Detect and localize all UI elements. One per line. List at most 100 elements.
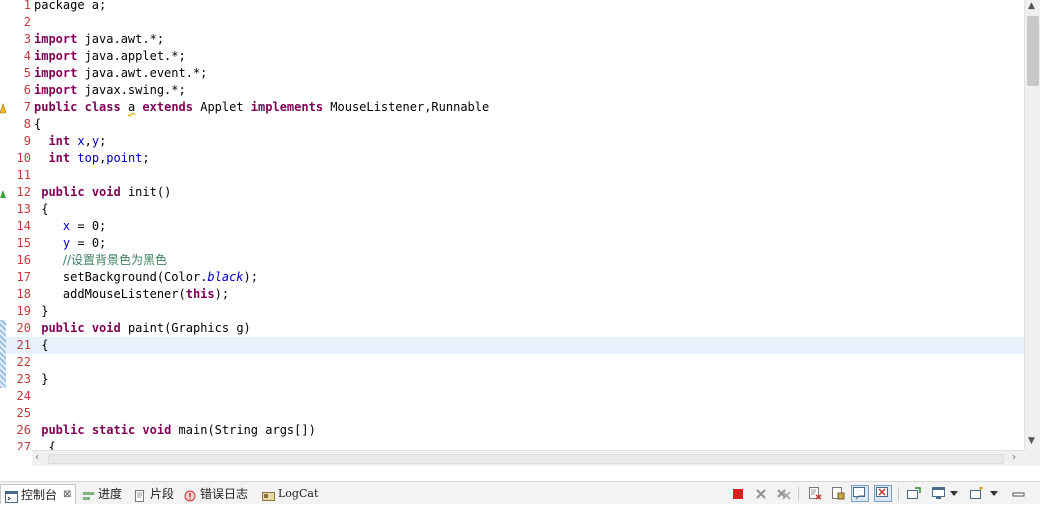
vertical-scroll-thumb[interactable] — [1027, 16, 1039, 86]
code-editor[interactable]: 1 package a; 2 3 import java.awt.*; 4 import j… — [0, 0, 1040, 450]
code-line[interactable]: 9 int x,y; — [0, 133, 1024, 150]
display-console-icon[interactable] — [930, 485, 948, 502]
code-line[interactable]: 26 public static void main(String args[]… — [0, 422, 1024, 439]
scrollbar-corner — [1024, 450, 1040, 466]
line-number: 10 — [16, 151, 31, 165]
scroll-down-icon[interactable]: ▼ — [1028, 436, 1035, 446]
scroll-right-icon[interactable]: › — [1012, 452, 1016, 463]
code-line[interactable]: 8{ — [0, 116, 1024, 133]
code-text[interactable]: { — [34, 201, 48, 218]
line-number: 8 — [23, 117, 31, 131]
line-number: 7 — [23, 100, 31, 114]
tab-logcat[interactable]: LogCat — [262, 484, 318, 504]
code-line[interactable]: 2 — [0, 14, 1024, 31]
code-line[interactable]: 21 { — [0, 337, 1024, 354]
clear-console-icon[interactable] — [806, 485, 824, 502]
tab-snippets[interactable]: 片段 — [134, 484, 174, 504]
scroll-lock-icon[interactable] — [829, 485, 847, 502]
line-number: 18 — [16, 287, 31, 301]
snippets-icon — [134, 488, 147, 502]
code-line[interactable]: 3 import java.awt.*; — [0, 31, 1024, 48]
code-line[interactable]: 11 — [0, 167, 1024, 184]
code-text[interactable]: { — [34, 439, 55, 450]
code-line[interactable]: 16 //设置背景色为黑色 — [0, 252, 1024, 269]
toolbar-separator — [898, 487, 899, 501]
code-text[interactable]: import java.awt.*; — [34, 31, 164, 48]
code-line[interactable]: 14 x = 0; — [0, 218, 1024, 235]
code-line[interactable]: 10 int top,point; — [0, 150, 1024, 167]
error-log-icon — [184, 488, 197, 502]
tab-console[interactable]: 控制台 ⊠ — [0, 484, 77, 505]
remove-all-icon[interactable] — [775, 485, 793, 502]
scroll-up-icon[interactable]: ▲ — [1028, 1, 1035, 11]
logcat-icon — [262, 488, 275, 501]
panel-separator — [0, 466, 1040, 482]
line-number: 27 — [16, 440, 31, 450]
code-line[interactable]: 24 — [0, 388, 1024, 405]
code-line[interactable]: 4 import java.applet.*; — [0, 48, 1024, 65]
code-line[interactable]: 23 } — [0, 371, 1024, 388]
open-console-icon[interactable] — [968, 485, 986, 502]
code-text[interactable]: addMouseListener(this); — [34, 286, 229, 303]
code-line[interactable]: 6 import javax.swing.*; — [0, 82, 1024, 99]
remove-launch-icon[interactable] — [752, 485, 770, 502]
code-line[interactable]: 5 import java.awt.event.*; — [0, 65, 1024, 82]
code-text[interactable]: //设置背景色为黑色 — [34, 252, 167, 269]
chevron-down-icon[interactable] — [948, 485, 960, 502]
code-line[interactable]: 19 } — [0, 303, 1024, 320]
code-line[interactable]: 12 public void init() — [0, 184, 1024, 201]
code-line[interactable]: 7 public class a extends Applet implement… — [0, 99, 1024, 116]
code-line[interactable]: 27 { — [0, 439, 1024, 450]
line-number: 2 — [23, 15, 31, 29]
line-number: 11 — [16, 168, 31, 182]
code-line[interactable]: 18 addMouseListener(this); — [0, 286, 1024, 303]
code-text[interactable]: setBackground(Color.black); — [34, 269, 258, 286]
chevron-down-icon[interactable] — [988, 485, 1000, 502]
line-number: 5 — [23, 66, 31, 80]
line-number: 22 — [16, 355, 31, 369]
code-line[interactable]: 1 package a; — [0, 0, 1024, 14]
code-text[interactable]: public static void main(String args[]) — [34, 422, 316, 439]
code-text[interactable]: int top,point; — [34, 150, 149, 167]
code-text[interactable]: { — [34, 116, 41, 133]
code-text[interactable]: import javax.swing.*; — [34, 82, 186, 99]
line-number: 16 — [16, 253, 31, 267]
horizontal-scrollbar[interactable]: ‹ › — [32, 450, 1024, 466]
horizontal-scroll-thumb[interactable] — [48, 454, 1004, 464]
code-line[interactable]: 22 — [0, 354, 1024, 371]
code-text[interactable]: } — [34, 371, 48, 388]
code-text[interactable]: { — [34, 337, 48, 354]
show-on-stdout-icon[interactable] — [851, 485, 869, 502]
code-line[interactable]: 20 public void paint(Graphics g) — [0, 320, 1024, 337]
code-text[interactable]: public void paint(Graphics g) — [34, 320, 251, 337]
code-text[interactable]: } — [34, 303, 48, 320]
code-text[interactable]: public class a extends Applet implements… — [34, 99, 489, 116]
line-number: 6 — [23, 83, 31, 97]
minimize-icon[interactable] — [1010, 485, 1028, 502]
close-icon[interactable]: ⊠ — [63, 485, 71, 505]
show-on-stderr-icon[interactable] — [874, 485, 892, 502]
line-number: 20 — [16, 321, 31, 335]
line-number: 24 — [16, 389, 31, 403]
line-number: 14 — [16, 219, 31, 233]
code-line[interactable]: 25 — [0, 405, 1024, 422]
code-text[interactable]: y = 0; — [34, 235, 106, 252]
code-line[interactable]: 13 { — [0, 201, 1024, 218]
pin-console-icon[interactable] — [905, 485, 923, 502]
line-number: 12 — [16, 185, 31, 199]
tab-error-log[interactable]: 错误日志 — [184, 484, 248, 504]
code-text[interactable]: import java.awt.event.*; — [34, 65, 207, 82]
code-text[interactable]: int x,y; — [34, 133, 106, 150]
tab-progress[interactable]: 进度 — [82, 484, 122, 504]
scroll-left-icon[interactable]: ‹ — [35, 452, 39, 463]
terminate-icon[interactable] — [729, 485, 747, 502]
tab-label: 控制台 — [21, 487, 58, 502]
code-line[interactable]: 15 y = 0; — [0, 235, 1024, 252]
code-text[interactable]: import java.applet.*; — [34, 48, 186, 65]
code-line[interactable]: 17 setBackground(Color.black); — [0, 269, 1024, 286]
code-text[interactable]: x = 0; — [34, 218, 106, 235]
code-text[interactable]: package a; — [34, 0, 106, 14]
code-text[interactable]: public void init() — [34, 184, 171, 201]
vertical-scrollbar[interactable]: ▲ ▼ — [1024, 0, 1040, 450]
tab-label: 片段 — [150, 487, 175, 501]
